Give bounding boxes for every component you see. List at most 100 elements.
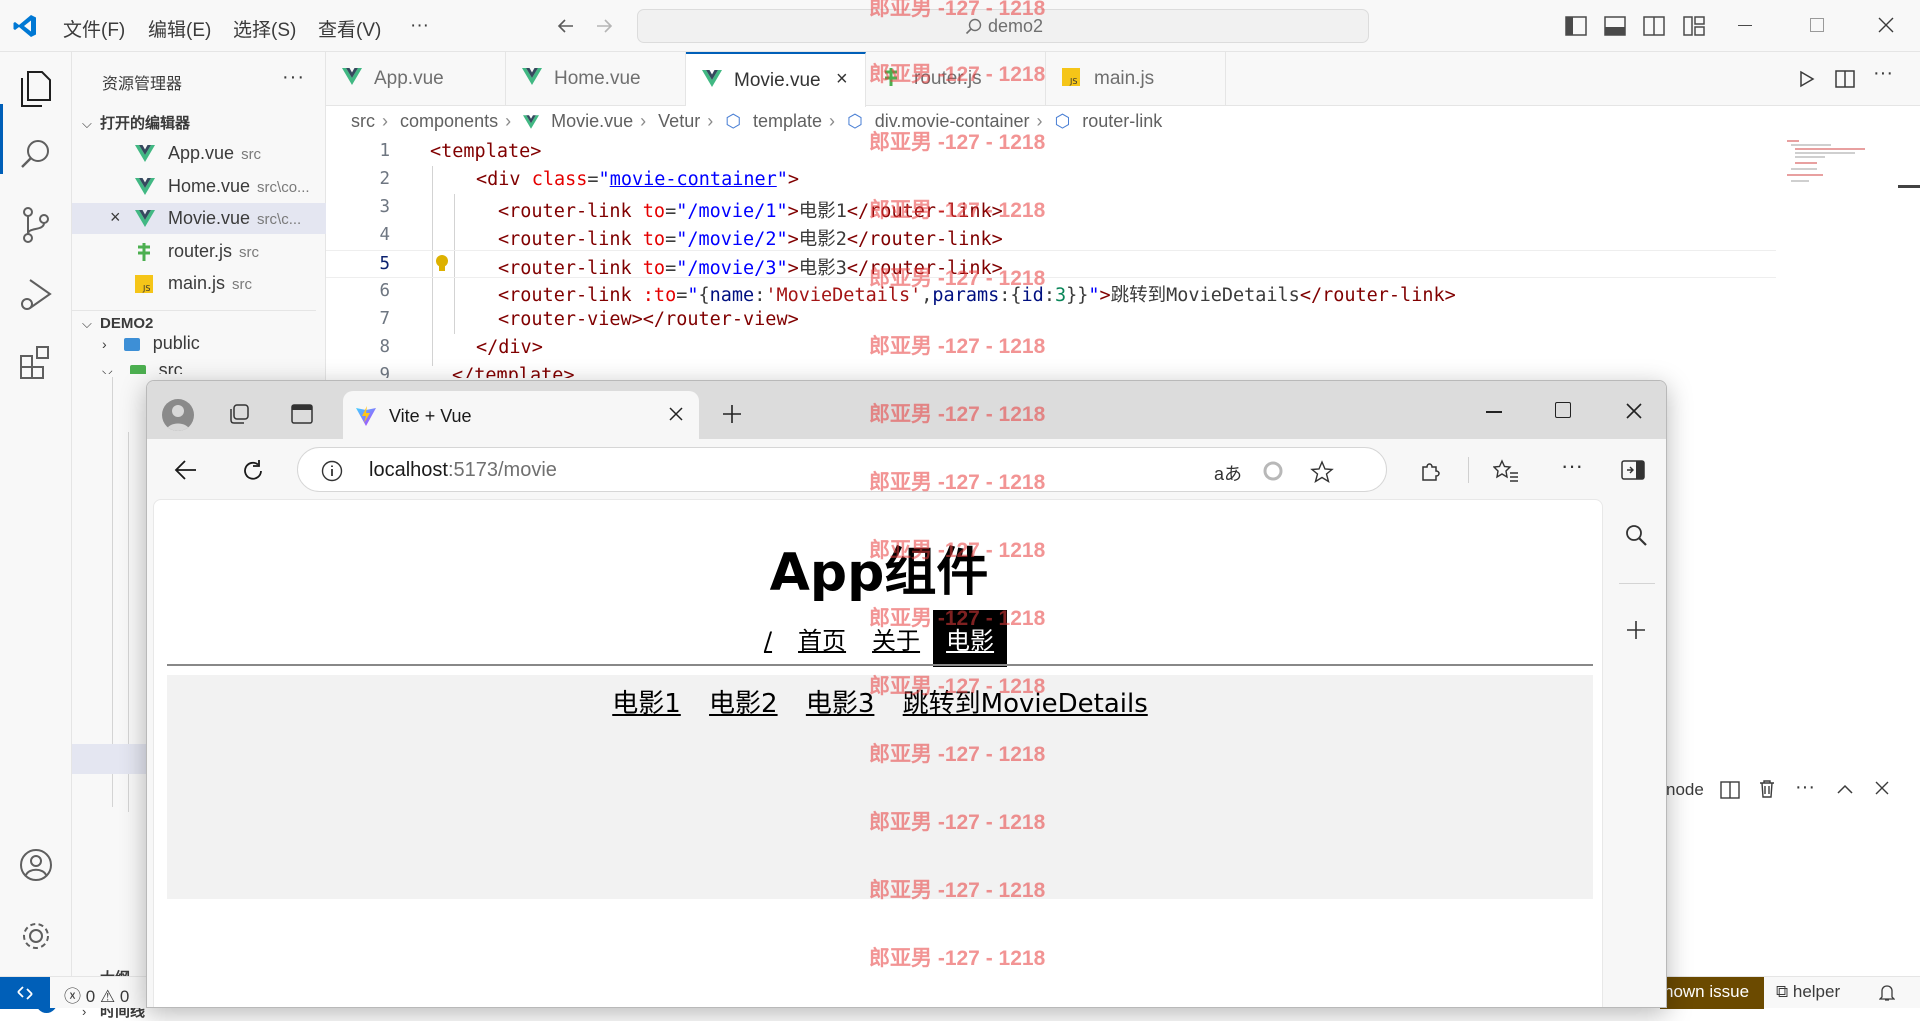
window-minimize-icon[interactable] (1738, 25, 1752, 26)
browser-maximize-icon[interactable] (1555, 402, 1571, 418)
settings-gear-icon[interactable] (18, 918, 54, 954)
cube-icon: ⬡ (847, 111, 863, 131)
toggle-primary-sidebar-icon[interactable] (1565, 16, 1587, 36)
chevron-up-icon[interactable] (1836, 782, 1854, 796)
open-editor-item[interactable]: Home.vue src\co... (72, 171, 326, 202)
window-close-icon[interactable] (1877, 16, 1895, 34)
run-icon[interactable] (1796, 69, 1816, 89)
new-tab-plus-icon[interactable] (721, 403, 743, 425)
warning-count: 0 (119, 987, 130, 1006)
customize-layout-icon[interactable] (1683, 16, 1705, 36)
tab-movie-vue[interactable]: Movie.vue × (686, 52, 866, 107)
edge-refresh-badge-icon[interactable] (1262, 460, 1284, 482)
vertical-tabs-icon[interactable] (290, 403, 314, 425)
favorite-star-icon[interactable] (1310, 460, 1334, 484)
breadcrumb-item[interactable]: router-link (1082, 111, 1162, 131)
search-icon[interactable] (18, 137, 54, 173)
open-editor-item[interactable]: JS main.js src (72, 268, 326, 299)
overview-ruler-marker (1898, 185, 1920, 188)
open-editors-header[interactable]: ⌵ 打开的编辑器 (82, 112, 190, 133)
nav-link-root[interactable]: / (751, 616, 785, 666)
info-icon[interactable] (321, 460, 343, 482)
minimap[interactable] (1785, 138, 1895, 198)
browser-tab-active[interactable]: Vite + Vue (343, 391, 699, 440)
settings-more-icon[interactable]: ··· (1561, 453, 1583, 479)
browser-tab-title: Vite + Vue (389, 406, 472, 426)
helper-status[interactable]: ⧉ helper (1776, 982, 1840, 1002)
explorer-icon[interactable] (18, 68, 54, 108)
close-icon[interactable]: × (110, 207, 121, 228)
window-maximize-icon[interactable] (1810, 18, 1824, 32)
tab-home-vue[interactable]: Home.vue (506, 52, 686, 106)
movie-link-2[interactable]: 电影2 (709, 689, 778, 719)
accounts-icon[interactable] (18, 847, 54, 883)
tab-main-js[interactable]: JS main.js (1046, 52, 1226, 106)
close-icon[interactable]: × (836, 68, 848, 91)
toggle-panel-icon[interactable] (1604, 16, 1626, 36)
browser-close-icon[interactable] (1625, 402, 1643, 420)
breadcrumb-item[interactable]: components (400, 111, 498, 131)
problems-indicator[interactable]: ⓧ 0 ⚠ 0 (64, 982, 129, 1007)
toggle-secondary-sidebar-icon[interactable] (1643, 16, 1665, 36)
tab-label: Movie.vue (734, 70, 821, 91)
explorer-more-actions[interactable]: ··· (282, 66, 305, 89)
menu-more[interactable]: ··· (410, 15, 429, 37)
menu-edit[interactable]: 编辑(E) (148, 15, 211, 42)
sidebar-toggle-icon[interactable] (1621, 459, 1645, 481)
read-aloud-translate-icon[interactable]: aあ (1214, 460, 1242, 486)
split-terminal-icon[interactable] (1720, 780, 1740, 800)
vue-icon (523, 115, 540, 130)
terminal-name[interactable]: node (1666, 780, 1704, 800)
bell-icon[interactable] (1879, 984, 1895, 1002)
tree-folder-public[interactable]: › public (102, 333, 200, 354)
tab-app-vue[interactable]: App.vue (326, 52, 506, 106)
router-icon (135, 243, 153, 261)
svg-text:JS: JS (1069, 77, 1077, 86)
movie-link-3[interactable]: 电影3 (806, 689, 875, 719)
close-icon[interactable] (668, 406, 684, 422)
collections-icon[interactable] (227, 402, 251, 426)
browser-minimize-icon[interactable] (1486, 411, 1502, 413)
open-editor-item-active[interactable]: × Movie.vue src\c... (72, 203, 326, 234)
tree-folder-src[interactable]: ⌵ src (102, 360, 183, 374)
source-control-icon[interactable] (18, 205, 54, 245)
breadcrumb-item[interactable]: Movie.vue (551, 111, 633, 131)
split-editor-icon[interactable] (1835, 69, 1855, 89)
breadcrumb-item[interactable]: Vetur (658, 111, 700, 131)
movie-link-1[interactable]: 电影1 (612, 689, 681, 719)
trash-icon[interactable] (1758, 779, 1776, 799)
favorites-icon[interactable] (1493, 459, 1519, 483)
breadcrumb-item[interactable]: src (351, 111, 375, 131)
back-arrow-icon[interactable] (555, 15, 577, 37)
search-icon[interactable] (1624, 523, 1648, 547)
add-plus-icon[interactable] (1625, 619, 1647, 641)
extensions-puzzle-icon[interactable] (1419, 459, 1443, 483)
refresh-icon[interactable] (241, 459, 265, 483)
open-editor-item[interactable]: App.vue src (72, 138, 326, 169)
menu-selection[interactable]: 选择(S) (233, 15, 296, 42)
browser-sidebar (1605, 499, 1666, 1007)
nav-link-home[interactable]: 首页 (785, 610, 859, 667)
lightbulb-icon[interactable] (434, 254, 450, 274)
extensions-icon[interactable] (18, 342, 54, 382)
code-editor[interactable]: 1 <template> 2 <div class="movie-contain… (326, 138, 1776, 378)
run-debug-icon[interactable] (18, 274, 54, 314)
menu-view[interactable]: 查看(V) (318, 15, 381, 42)
back-arrow-icon[interactable] (174, 459, 198, 481)
menu-file[interactable]: 文件(F) (63, 15, 125, 42)
watermark-text: 郎亚男 -127 - 1218 (869, 335, 1046, 358)
panel-more-actions[interactable]: ··· (1795, 776, 1815, 799)
address-bar[interactable]: localhost:5173/movie aあ (297, 447, 1387, 492)
open-editor-item[interactable]: router.js src (72, 236, 326, 267)
profile-avatar[interactable] (162, 399, 194, 431)
remote-indicator-button[interactable] (0, 977, 50, 1009)
known-issue-status[interactable]: nown issue (1660, 977, 1764, 1009)
breadcrumb-item[interactable]: template (753, 111, 822, 131)
forward-arrow-icon[interactable] (593, 15, 615, 37)
project-header[interactable]: ⌵ DEMO2 (72, 310, 316, 332)
open-editor-dir: src\c... (257, 211, 302, 228)
editor-more-actions[interactable]: ··· (1873, 62, 1893, 85)
panel-close-icon[interactable] (1875, 781, 1889, 795)
project-label: DEMO2 (100, 315, 154, 332)
cube-icon: ⬡ (1054, 111, 1071, 131)
